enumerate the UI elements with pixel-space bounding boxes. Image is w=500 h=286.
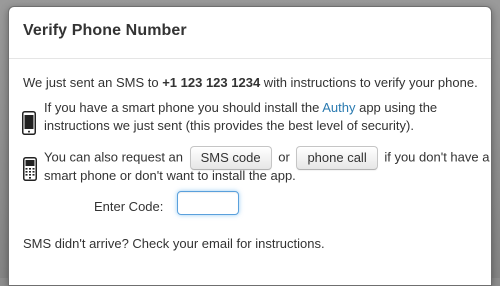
- phone-call-button[interactable]: phone call: [296, 146, 378, 170]
- smartphone-suffix: app using the: [355, 100, 438, 115]
- or-text: or: [278, 149, 290, 165]
- enter-code-label: Enter Code:: [94, 199, 164, 214]
- feature-phone-icon: [23, 157, 37, 186]
- request-line-2: smart phone or don't want to install the…: [44, 168, 296, 183]
- smartphone-line-1: If you have a smart phone you should ins…: [44, 99, 437, 117]
- intro-suffix: with instructions to verify your phone.: [260, 75, 478, 90]
- code-input[interactable]: [177, 191, 239, 215]
- dialog-title: Verify Phone Number: [23, 22, 187, 39]
- smartphone-line-2: instructions we just sent (this provides…: [44, 118, 414, 133]
- verify-phone-dialog: Verify Phone Number We just sent an SMS …: [8, 6, 492, 286]
- intro-phone-number: +1 123 123 1234: [162, 75, 261, 90]
- request-suffix: if you don't have a: [384, 149, 490, 165]
- intro-text: We just sent an SMS to +1 123 123 1234 w…: [23, 74, 478, 92]
- smartphone-icon: [22, 111, 36, 140]
- smartphone-prefix: If you have a smart phone you should ins…: [44, 100, 323, 115]
- authy-link[interactable]: Authy: [322, 100, 355, 115]
- intro-prefix: We just sent an SMS to: [23, 75, 163, 90]
- request-prefix: You can also request an: [44, 149, 184, 165]
- dialog-header: Verify Phone Number: [9, 7, 491, 59]
- footer-note: SMS didn't arrive? Check your email for …: [23, 236, 325, 251]
